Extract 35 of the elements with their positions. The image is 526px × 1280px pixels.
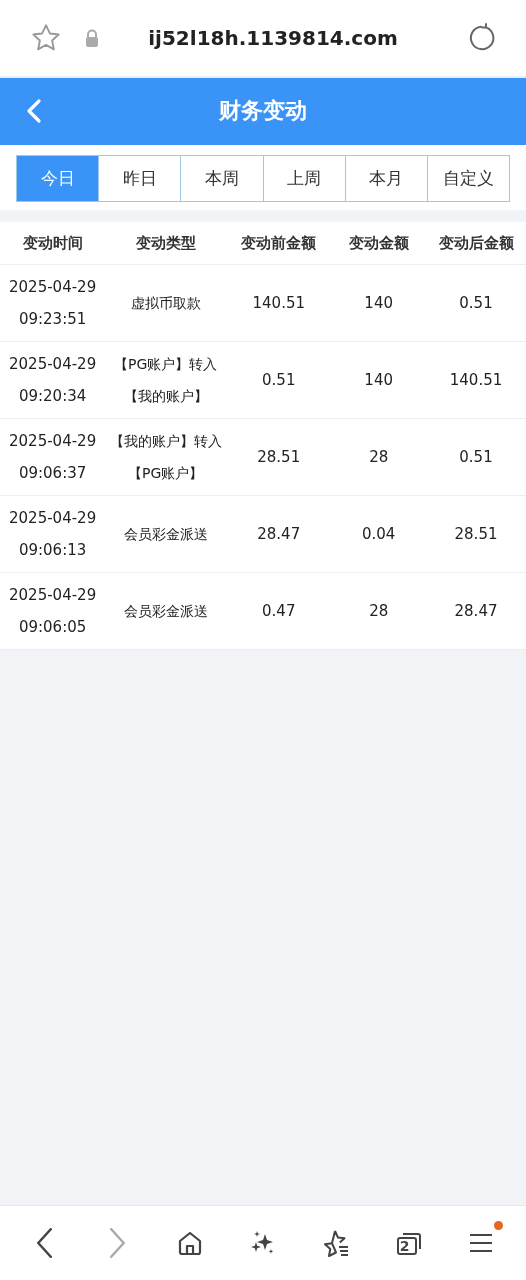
- column-header: 变动类型: [105, 222, 227, 264]
- amount-cell-text: 28: [369, 446, 389, 468]
- amount-cell-text: 0.51: [459, 446, 493, 468]
- amount-cell-text: 28.51: [257, 446, 301, 468]
- type-cell-text: 虚拟币取款: [129, 293, 202, 313]
- amount-cell-text: 140: [364, 292, 393, 314]
- column-header: 变动前金额: [226, 222, 332, 264]
- amount-cell-text: 140.51: [449, 369, 503, 391]
- tabs-button[interactable]: 2: [388, 1223, 429, 1263]
- date-time-cell-text: 2025-04-29 09:23:51: [9, 276, 97, 330]
- type-cell-text: 【我的账户】转入【PG账户】: [108, 431, 223, 483]
- amount-cell-text: 0.51: [459, 292, 493, 314]
- date-time-cell-text: 2025-04-29 09:06:05: [9, 584, 97, 638]
- column-header: 变动后金额: [426, 222, 526, 264]
- column-header: 变动金额: [331, 222, 426, 264]
- amount-cell-text: 0.47: [262, 600, 296, 622]
- amount-cell-text: 28.47: [257, 523, 301, 545]
- date-time-cell-text: 2025-04-29 09:06:37: [9, 430, 97, 484]
- tab-count: 2: [399, 1237, 410, 1256]
- date-time-cell-text: 2025-04-29 09:20:34: [9, 353, 97, 407]
- amount-cell-text: 0.04: [361, 523, 396, 545]
- amount-cell-text: 28.47: [454, 600, 498, 622]
- type-cell-text: 【PG账户】转入【我的账户】: [113, 354, 219, 406]
- amount-cell-text: 0.51: [262, 369, 296, 391]
- amount-cell-text: 28.51: [454, 523, 498, 545]
- amount-cell-text: 140: [364, 369, 393, 391]
- column-header: 变动时间: [0, 222, 106, 264]
- forward-icon: [109, 1228, 125, 1258]
- back-icon: [36, 1228, 52, 1258]
- date-time-cell-text: 2025-04-29 09:06:13: [9, 507, 97, 561]
- page-title: 财务变动: [219, 98, 307, 125]
- type-cell-text: 会员彩金派送: [122, 524, 209, 544]
- amount-cell-text: 28: [369, 600, 389, 622]
- type-cell-text: 会员彩金派送: [122, 601, 209, 621]
- amount-cell-text: 140.51: [252, 292, 305, 314]
